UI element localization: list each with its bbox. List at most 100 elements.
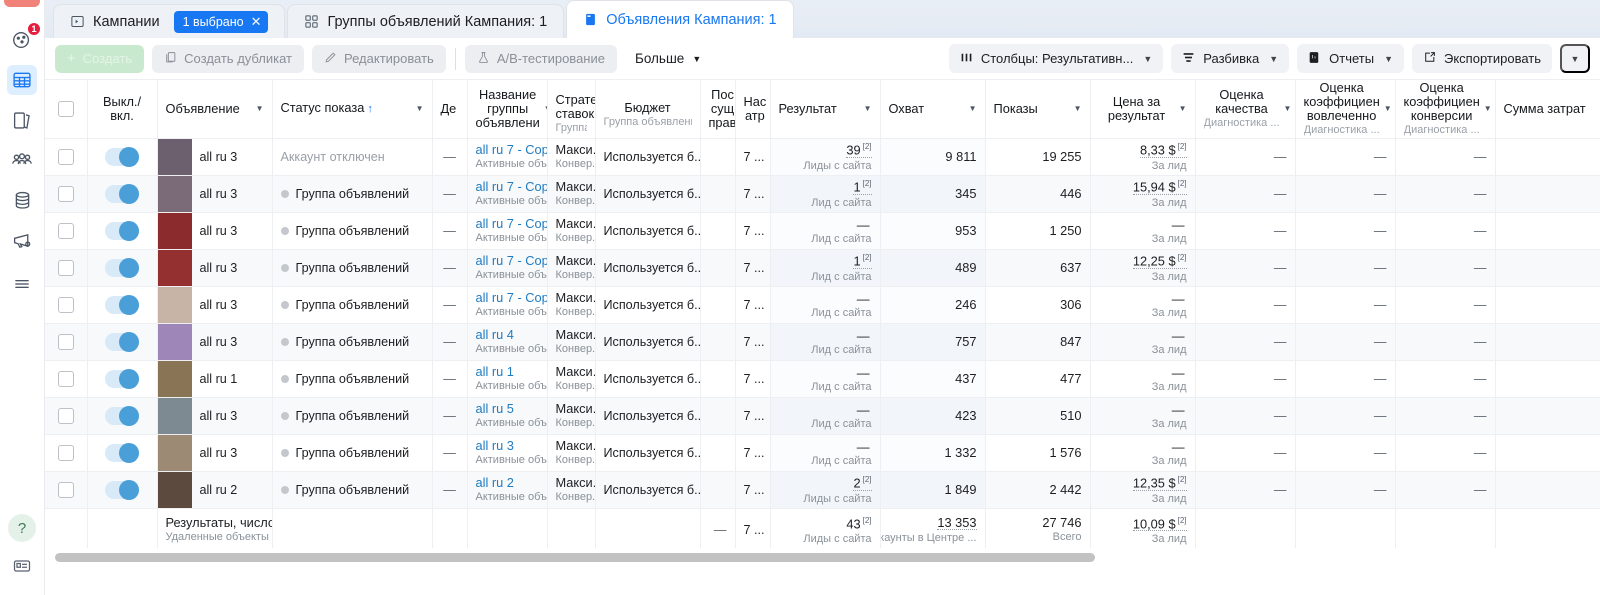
help-button[interactable]: ? [8,514,36,542]
chevron-down-icon[interactable]: ▼ [1384,104,1392,113]
row-adsetname-cell[interactable]: all ru 2Активные объявле [467,471,548,509]
menu-icon[interactable] [7,269,37,299]
edit-button[interactable]: Редактировать [312,44,446,73]
row-ad-cell[interactable]: all ru 3 [157,434,273,472]
sort-ascending-icon[interactable]: ↑ [367,103,373,115]
library-icon[interactable] [7,105,37,135]
th-ad[interactable]: Объявление ▼ [157,80,273,139]
chevron-down-icon[interactable]: ▼ [864,104,872,113]
feedback-icon[interactable] [12,556,32,581]
adset-name-link[interactable]: all ru 7 - Copy [476,291,547,304]
row-checkbox[interactable] [57,370,74,387]
megaphone-icon[interactable] [7,225,37,255]
row-adsetname-cell[interactable]: all ru 7 - CopyАктивные объявле [467,175,548,213]
selection-badge[interactable]: 1 выбрано ✕ [173,10,269,33]
row-ad-cell[interactable]: all ru 3 [157,323,273,361]
billing-icon[interactable] [7,185,37,215]
table-row[interactable]: all ru 2 Группа объявлений — all ru 2 Акт… [45,471,1600,509]
row-checkbox[interactable] [57,222,74,239]
row-adsetname-cell[interactable]: all ru 7 - CopyАктивные объявле [467,212,548,250]
row-checkbox[interactable] [57,444,74,461]
th-result[interactable]: Результат ▼ [770,80,881,139]
row-adsetname-cell[interactable]: all ru 4Активные объявле [467,323,548,361]
row-select-cell[interactable] [45,434,88,472]
row-onoff-cell[interactable] [87,138,158,176]
chevron-down-icon[interactable]: ▼ [1484,104,1492,113]
th-cpr[interactable]: Цена за результат ▼ [1090,80,1196,139]
row-select-cell[interactable] [45,471,88,509]
notifications-icon[interactable]: 1 [7,22,41,55]
select-all-checkbox[interactable] [57,100,74,117]
status-toggle[interactable] [105,405,139,426]
row-adsetname-cell[interactable]: all ru 7 - CopyАктивные объявле [467,138,548,176]
row-ad-cell[interactable]: all ru 3 [157,175,273,213]
th-select[interactable] [45,80,88,139]
row-adsetname-cell[interactable]: all ru 7 - CopyАктивные объявле [467,249,548,287]
row-onoff-cell[interactable] [87,249,158,287]
export-button[interactable]: Экспортировать [1412,44,1552,73]
close-icon[interactable]: ✕ [251,14,262,30]
more-button[interactable]: Больше ▼ [625,45,711,73]
table-row[interactable]: all ru 3 Аккаунт отключен — all ru 7 - C… [45,138,1600,176]
adset-name-link[interactable]: all ru 3 [476,439,514,452]
ads-table-container[interactable]: Выкл./ вкл. Объявление ▼ Статус показа ↑ … [45,80,1600,548]
status-toggle[interactable] [105,442,139,463]
row-onoff-cell[interactable] [87,471,158,509]
th-delivery[interactable]: Статус показа ↑ ▼ [272,80,433,139]
adset-name-link[interactable]: all ru 7 - Copy [476,143,547,156]
th-quality[interactable]: Оценка качества Диагностика ... ▼ [1195,80,1296,139]
reports-button[interactable]: Отчеты ▼ [1297,44,1404,73]
breakdown-button[interactable]: Разбивка ▼ [1171,44,1290,73]
row-select-cell[interactable] [45,175,88,213]
th-impressions[interactable]: Показы ▼ [985,80,1091,139]
audiences-icon[interactable] [7,145,37,175]
table-row[interactable]: all ru 3 Группа объявлений — all ru 7 - … [45,286,1600,324]
horizontal-scrollbar[interactable] [45,550,1600,564]
row-onoff-cell[interactable] [87,286,158,324]
chevron-down-icon[interactable]: ▼ [1284,104,1292,113]
scrollbar-thumb[interactable] [55,553,1095,562]
status-toggle[interactable] [105,146,139,167]
adset-name-link[interactable]: all ru 7 - Copy [476,254,547,267]
status-toggle[interactable] [105,220,139,241]
table-row[interactable]: all ru 3 Группа объявлений — all ru 7 - … [45,249,1600,287]
row-onoff-cell[interactable] [87,360,158,398]
row-onoff-cell[interactable] [87,212,158,250]
row-select-cell[interactable] [45,138,88,176]
table-row[interactable]: all ru 3 Группа объявлений — all ru 7 - … [45,175,1600,213]
table-row[interactable]: all ru 3 Группа объявлений — all ru 4 Акт… [45,323,1600,361]
row-onoff-cell[interactable] [87,434,158,472]
row-select-cell[interactable] [45,249,88,287]
row-ad-cell[interactable]: all ru 3 [157,249,273,287]
adset-name-link[interactable]: all ru 7 - Copy [476,217,547,230]
chevron-down-icon[interactable]: ▼ [1074,104,1082,113]
duplicate-button[interactable]: Создать дубликат [152,44,304,73]
row-ad-cell[interactable]: all ru 3 [157,212,273,250]
row-select-cell[interactable] [45,323,88,361]
row-ad-cell[interactable]: all ru 3 [157,138,273,176]
chevron-down-icon[interactable]: ▼ [969,104,977,113]
row-onoff-cell[interactable] [87,397,158,435]
tab-adsets[interactable]: Группы объявлений Кампания: 1 [287,4,565,38]
row-checkbox[interactable] [57,148,74,165]
table-row[interactable]: all ru 3 Группа объявлений — all ru 7 - … [45,212,1600,250]
row-checkbox[interactable] [57,259,74,276]
row-select-cell[interactable] [45,286,88,324]
th-reach[interactable]: Охват ▼ [880,80,986,139]
status-toggle[interactable] [105,331,139,352]
row-ad-cell[interactable]: all ru 2 [157,471,273,509]
row-onoff-cell[interactable] [87,175,158,213]
tab-ads[interactable]: Объявления Кампания: 1 [566,0,794,38]
adset-name-link[interactable]: all ru 7 - Copy [476,180,547,193]
status-toggle[interactable] [105,257,139,278]
th-adsetname[interactable]: Название группы объявлени ▼ [467,80,548,139]
th-conversion[interactable]: Оценка коэффициен конверсии Диагностика … [1395,80,1496,139]
row-checkbox[interactable] [57,333,74,350]
status-toggle[interactable] [105,368,139,389]
adset-name-link[interactable]: all ru 2 [476,476,514,489]
row-checkbox[interactable] [57,185,74,202]
chevron-down-icon[interactable]: ▼ [256,104,264,113]
adset-name-link[interactable]: all ru 4 [476,328,514,341]
table-view-icon[interactable] [7,65,37,95]
adset-name-link[interactable]: all ru 1 [476,365,514,378]
